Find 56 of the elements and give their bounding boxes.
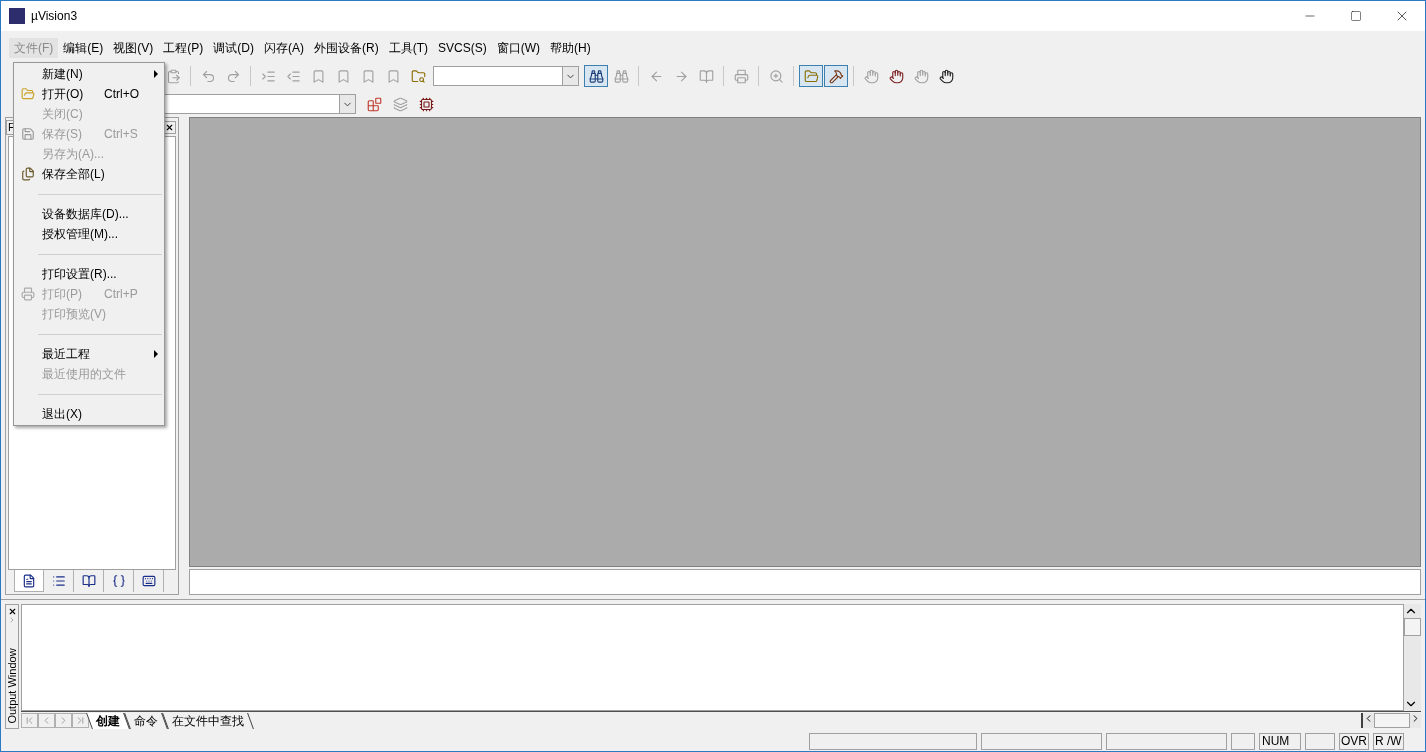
menu-entry[interactable]: 退出(X) (14, 404, 164, 424)
menu-entry[interactable]: 打开(O) Ctrl+O (14, 84, 164, 104)
menu-entry[interactable]: 最近工程 (14, 344, 164, 364)
menu-item[interactable]: 工具(T) (383, 38, 433, 58)
num-lock-indicator: NUM (1259, 732, 1301, 750)
find-icon[interactable] (584, 65, 608, 87)
output-window-title: Output Window (6, 648, 18, 724)
scroll-thumb[interactable] (1404, 618, 1421, 636)
menu-item[interactable]: SVCS(S) (433, 38, 492, 58)
menu-item-icon (21, 87, 35, 101)
menu-item[interactable]: 编辑(E) (58, 38, 109, 58)
book-icon (81, 574, 96, 588)
keyboard-icon (141, 574, 156, 588)
menu-item[interactable]: 外围设备(R) (309, 38, 384, 58)
menu-entry[interactable]: 新建(N) (14, 64, 164, 84)
hammer-icon[interactable] (824, 65, 848, 87)
panel-tab[interactable] (14, 570, 44, 592)
maximize-icon (1350, 10, 1362, 22)
menu-entry[interactable]: 打印设置(R)... (14, 264, 164, 284)
menu-entry[interactable]: 授权管理(M)... (14, 224, 164, 244)
app-icon (9, 8, 25, 24)
file-icon (22, 573, 36, 588)
menu-item[interactable]: 闪存(A) (259, 38, 309, 58)
vertical-scrollbar[interactable] (1404, 604, 1421, 711)
menu-item-icon (21, 287, 35, 301)
menu-item-icon (21, 167, 35, 181)
menu-item[interactable]: 窗口(W) (491, 38, 545, 58)
status-pane (1305, 732, 1335, 750)
read-write-indicator: R /W (1373, 732, 1404, 750)
output-tab[interactable]: 创建 (86, 712, 130, 729)
list-icon (51, 574, 66, 588)
status-pane (1231, 732, 1255, 750)
window-folder-icon[interactable] (799, 65, 823, 87)
braces-icon (111, 574, 126, 588)
menu-item[interactable]: 视图(V) (108, 38, 159, 58)
menu-item[interactable]: 帮助(H) (545, 38, 596, 58)
output-tab[interactable]: 命令 (124, 712, 168, 729)
menu-entry[interactable]: 保存全部(L) (14, 164, 164, 184)
tab-scroll-button[interactable] (55, 713, 72, 728)
scroll-thumb[interactable] (1374, 713, 1410, 728)
menu-item-icon (21, 127, 35, 141)
close-icon (165, 122, 174, 132)
tab-scroll-button[interactable] (38, 713, 55, 728)
tab-scroll-button[interactable] (72, 713, 89, 728)
overwrite-indicator: OVR (1339, 732, 1369, 750)
close-icon (7, 607, 17, 616)
menu-item[interactable]: 工程(P) (158, 38, 209, 58)
submenu-arrow-icon (154, 70, 158, 78)
submenu-arrow-icon (154, 350, 158, 358)
horizontal-scrollbar[interactable] (1361, 713, 1421, 728)
menu-entry[interactable]: 设备数据库(D)... (14, 204, 164, 224)
tab-scroll-button[interactable] (21, 713, 38, 728)
find-combo[interactable] (433, 66, 579, 86)
menu-item[interactable]: 调试(D) (208, 38, 259, 58)
output-tab[interactable]: 在文件中查找 (162, 712, 254, 729)
window-title: µVision3 (31, 8, 78, 25)
